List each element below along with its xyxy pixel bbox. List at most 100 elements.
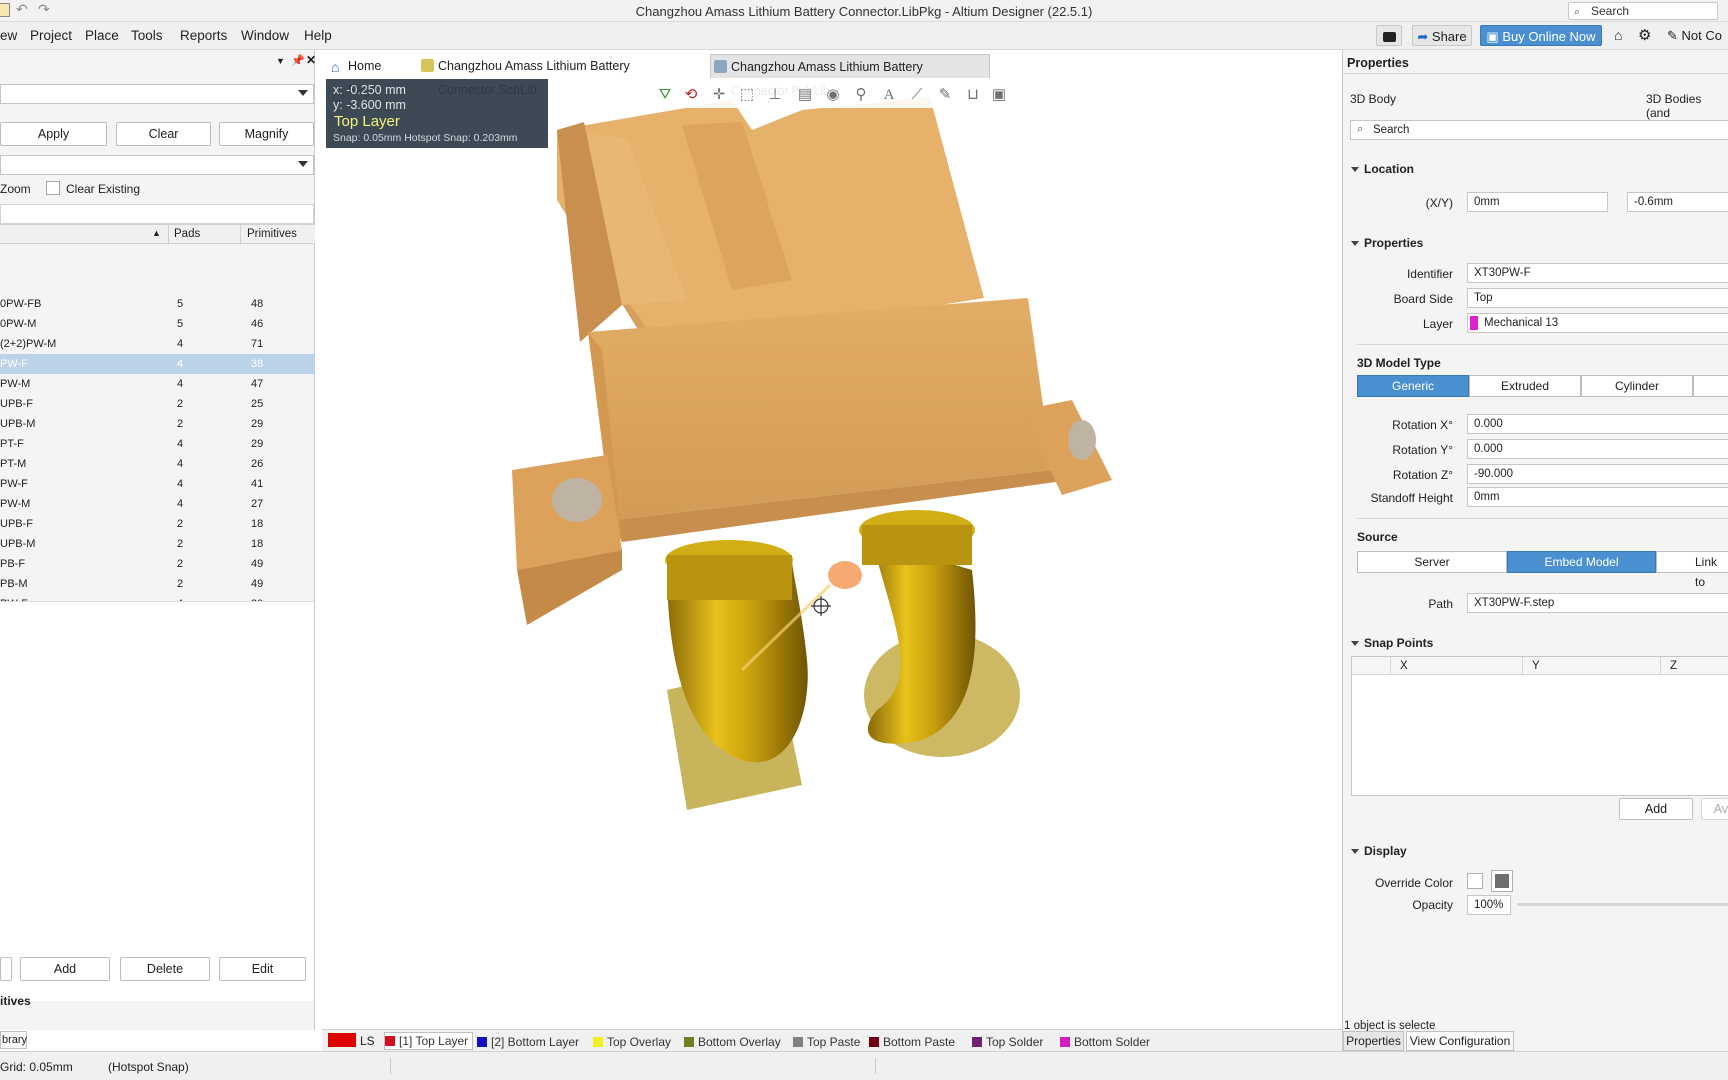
sort-asc-icon[interactable]: ▲ xyxy=(152,228,161,238)
layer-tab[interactable]: [2] Bottom Layer xyxy=(477,1034,579,1050)
align-icon[interactable]: ⊥ xyxy=(766,86,784,104)
menu-window[interactable]: Window xyxy=(241,28,289,43)
text-icon[interactable]: A xyxy=(880,86,898,104)
layers-icon[interactable]: ▤ xyxy=(796,86,814,104)
override-color-checkbox[interactable] xyxy=(1467,873,1483,889)
column-pads[interactable]: Pads xyxy=(174,228,200,240)
table-row[interactable]: UPB-M 2 29 xyxy=(0,414,315,434)
signin-button[interactable]: ✎ Not Co xyxy=(1667,28,1722,44)
home-icon[interactable]: ⌂ xyxy=(1614,27,1622,43)
edit-icon[interactable]: ✎ xyxy=(936,86,954,104)
table-row[interactable]: (2+2)PW-M 4 71 xyxy=(0,334,315,354)
source-link[interactable]: Link to xyxy=(1656,551,1728,589)
table-row[interactable]: 0PW-M 5 46 xyxy=(0,314,315,334)
move-icon[interactable]: ✛ xyxy=(710,86,728,104)
mask-mode-dropdown[interactable] xyxy=(0,155,314,175)
layer-set-swatch[interactable] xyxy=(328,1033,356,1047)
snap-extra-button[interactable]: Av xyxy=(1701,798,1728,820)
column-primitives[interactable]: Primitives xyxy=(247,228,297,240)
location-section[interactable]: Location xyxy=(1351,162,1414,176)
magnify-button[interactable]: Magnify xyxy=(219,122,314,146)
menu-reports[interactable]: Reports xyxy=(180,28,227,43)
zoom-label[interactable]: Zoom xyxy=(0,182,31,196)
buy-online-button[interactable]: ▣ Buy Online Now xyxy=(1480,25,1602,46)
tab-view-configuration[interactable]: View Configuration xyxy=(1406,1031,1514,1051)
close-icon[interactable]: ✕ xyxy=(306,53,316,67)
tab-pcblib[interactable]: Changzhou Amass Lithium Battery Connecto… xyxy=(710,54,990,98)
global-search-input[interactable]: ⌕ Search xyxy=(1568,2,1718,20)
layer-tab[interactable]: Top Paste xyxy=(793,1034,860,1050)
via-icon[interactable]: ⚲ xyxy=(852,86,870,104)
menu-project[interactable]: Project xyxy=(30,28,72,43)
box-select-icon[interactable]: ⬚ xyxy=(738,86,756,104)
table-row[interactable]: UPB-F 2 18 xyxy=(0,514,315,534)
add-component-button[interactable]: Add xyxy=(20,957,110,981)
notifications-button[interactable] xyxy=(1376,25,1402,46)
pad-icon[interactable]: ◉ xyxy=(824,86,842,104)
menu-place[interactable]: Place xyxy=(85,28,119,43)
dimension-icon[interactable]: ⊔ xyxy=(964,86,982,104)
snap-add-button[interactable]: Add xyxy=(1619,798,1693,820)
panel-menu-icon[interactable]: ▼ xyxy=(276,56,285,66)
3d-viewport[interactable] xyxy=(322,50,1342,1030)
connector-3d-model[interactable] xyxy=(322,50,1342,1030)
table-row[interactable]: PT-M 4 26 xyxy=(0,454,315,474)
line-icon[interactable]: ⟋ xyxy=(908,86,926,104)
region-icon[interactable]: ▣ xyxy=(990,86,1008,104)
delete-component-button[interactable]: Delete xyxy=(120,957,210,981)
layer-tab[interactable]: Bottom Overlay xyxy=(684,1034,781,1050)
table-row[interactable]: UPB-F 2 25 xyxy=(0,394,315,414)
table-row[interactable]: PB-F 2 49 xyxy=(0,554,315,574)
library-panel-tab[interactable]: brary xyxy=(0,1031,27,1049)
tab-schlib[interactable]: Changzhou Amass Lithium Battery Connecto… xyxy=(418,54,718,97)
table-row[interactable]: PW-F 4 41 xyxy=(0,474,315,494)
display-section[interactable]: Display xyxy=(1351,844,1407,858)
menu-help[interactable]: Help xyxy=(304,28,332,43)
layer-tab[interactable]: Bottom Solder xyxy=(1060,1034,1150,1050)
object-filter[interactable]: 3D Bodies (and xyxy=(1646,92,1728,120)
source-server[interactable]: Server xyxy=(1357,551,1507,573)
clear-button[interactable]: Clear xyxy=(116,122,211,146)
pin-icon[interactable]: 📌 xyxy=(291,54,305,67)
model-type-cylinder[interactable]: Cylinder xyxy=(1581,375,1693,397)
clear-existing-checkbox[interactable] xyxy=(46,181,60,195)
layer-select[interactable]: Mechanical 13 xyxy=(1467,313,1728,333)
model-type-generic[interactable]: Generic xyxy=(1357,375,1469,397)
layer-tab[interactable]: Bottom Paste xyxy=(869,1034,955,1050)
opacity-input[interactable]: 100% xyxy=(1467,895,1511,915)
rotation-z-input[interactable]: -90.000 xyxy=(1467,464,1728,484)
layer-tab[interactable]: [1] Top Layer xyxy=(384,1032,474,1050)
edit-component-button[interactable]: Edit xyxy=(219,957,306,981)
filter-icon[interactable]: ⛛ xyxy=(656,86,674,104)
path-input[interactable]: XT30PW-F.step xyxy=(1467,593,1728,613)
table-row[interactable]: PW-M 4 47 xyxy=(0,374,315,394)
identifier-input[interactable]: XT30PW-F xyxy=(1467,263,1728,283)
properties-search-input[interactable]: ⌕ Search xyxy=(1350,120,1728,140)
table-row[interactable]: 0PW-FB 5 48 xyxy=(0,294,315,314)
layer-tab[interactable]: Top Solder xyxy=(972,1034,1043,1050)
override-color-swatch[interactable] xyxy=(1491,870,1513,892)
select-icon[interactable]: ⟲ xyxy=(682,86,700,104)
board-side-select[interactable]: Top xyxy=(1467,288,1728,308)
tab-properties[interactable]: Properties xyxy=(1343,1031,1404,1051)
share-button[interactable]: ➦ Share xyxy=(1412,25,1472,46)
table-row[interactable]: PB-M 2 49 xyxy=(0,574,315,594)
rotation-x-input[interactable]: 0.000 xyxy=(1467,414,1728,434)
library-filter-dropdown[interactable] xyxy=(0,84,314,104)
table-row[interactable]: PW-F 4 38 xyxy=(0,354,315,374)
menu-view[interactable]: ew xyxy=(0,28,17,43)
model-type-extruded[interactable]: Extruded xyxy=(1469,375,1581,397)
snap-points-section[interactable]: Snap Points xyxy=(1351,636,1433,650)
snap-points-table[interactable]: X Y Z xyxy=(1351,656,1728,796)
source-embed-model[interactable]: Embed Model xyxy=(1507,551,1656,573)
prev-button[interactable] xyxy=(0,957,12,981)
table-row[interactable]: PT-F 4 29 xyxy=(0,434,315,454)
properties-section[interactable]: Properties xyxy=(1351,236,1423,250)
layer-tab[interactable]: Top Overlay xyxy=(593,1034,671,1050)
gear-icon[interactable]: ⚙ xyxy=(1638,26,1651,44)
tab-home-page[interactable]: ⌂ Home Page xyxy=(328,54,410,97)
location-y-input[interactable]: -0.6mm xyxy=(1627,192,1728,212)
rotation-y-input[interactable]: 0.000 xyxy=(1467,439,1728,459)
location-x-input[interactable]: 0mm xyxy=(1467,192,1608,212)
menu-tools[interactable]: Tools xyxy=(131,28,163,43)
